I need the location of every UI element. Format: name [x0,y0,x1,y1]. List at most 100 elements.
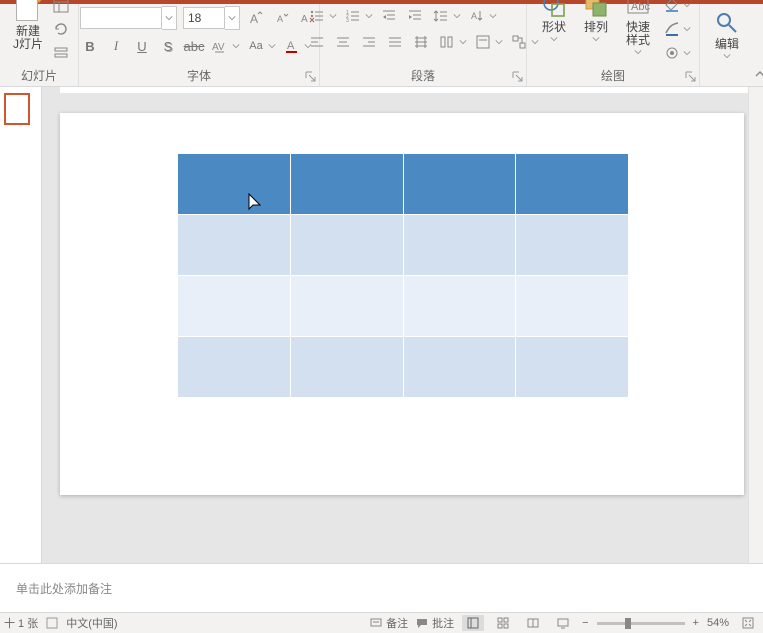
arrange-label: 排列 [584,21,608,34]
quick-styles-button[interactable]: Abc 快速样式 [619,0,657,57]
bullets-icon[interactable] [307,6,327,26]
numbering-icon[interactable]: 123 [343,6,363,26]
group-label-drawing: 绘图 [601,63,625,84]
line-spacing-icon[interactable] [431,6,451,26]
columns-icon[interactable] [437,32,457,52]
char-spacing-icon[interactable]: AV [210,36,230,56]
svg-text:3: 3 [346,18,349,24]
reading-view-button[interactable] [522,615,544,631]
section-icon[interactable] [50,43,72,63]
collapse-ribbon-button[interactable] [754,4,763,86]
sorter-view-button[interactable] [492,615,514,631]
distributed-icon[interactable] [411,32,431,52]
new-slide-button[interactable]: ✦ 新建 J灯片 [6,0,50,53]
shape-fill-dd[interactable] [683,1,691,9]
comments-toggle-label: 批注 [432,615,454,631]
slide-thumbnail-1[interactable] [4,93,30,125]
grow-font-icon[interactable]: A [246,8,266,28]
group-editing: 编辑 [700,4,754,86]
shape-effects-icon[interactable] [661,43,683,63]
slide-counter[interactable]: 十 1 张 [4,615,38,631]
slides-side-controls [50,0,72,63]
notes-pane[interactable]: 单击此处添加备注 [0,563,763,612]
text-direction-icon[interactable]: A [467,6,487,26]
drawing-dialog-launcher[interactable] [685,71,697,83]
italic-button[interactable]: I [106,36,126,56]
workspace [0,87,763,563]
inserted-table[interactable] [177,153,629,398]
align-right-icon[interactable] [359,32,379,52]
bullets-dd[interactable] [329,12,337,20]
chevron-down-icon [634,49,642,55]
slide[interactable] [60,113,744,495]
outdent-icon[interactable] [379,6,399,26]
zoom-slider[interactable] [597,622,685,625]
svg-text:AV: AV [212,42,225,53]
shape-outline-dd[interactable] [683,25,691,33]
numbering-dd[interactable] [365,12,373,20]
shapes-label: 形状 [542,21,566,34]
zoom-percent[interactable]: 54% [707,617,729,629]
indent-icon[interactable] [405,6,425,26]
text-direction-dd[interactable] [489,12,497,20]
new-slide-icon: ✦ [12,0,44,23]
svg-text:A: A [471,11,477,21]
notes-toggle[interactable]: 备注 [370,615,408,631]
table-row [178,337,629,398]
underline-button[interactable]: U [132,36,152,56]
font-dialog-launcher[interactable] [305,71,317,83]
zoom-out-button[interactable]: − [582,617,588,629]
editing-button[interactable]: 编辑 [708,8,746,61]
change-case-dd[interactable] [268,42,276,50]
smartart-icon[interactable] [509,32,529,52]
reset-icon[interactable] [50,19,72,39]
slide-canvas-area[interactable] [42,87,748,563]
fit-window-button[interactable] [737,615,759,631]
shape-outline-icon[interactable] [661,19,683,39]
font-name-select[interactable] [80,6,177,30]
char-spacing-dd[interactable] [232,42,240,50]
quick-styles-label: 快速样式 [625,21,651,47]
strike-button[interactable]: abc [184,36,204,56]
align-center-icon[interactable] [333,32,353,52]
status-bar: 十 1 张 中文(中国) 备注 批注 − + 54% [0,612,763,633]
font-size-select[interactable]: 18 [183,6,240,30]
shapes-button[interactable]: 形状 [535,0,573,44]
group-label-editing [725,66,728,84]
change-case-icon[interactable]: Aa [246,36,266,56]
language-indicator[interactable]: 中文(中国) [66,615,117,631]
bold-button[interactable]: B [80,36,100,56]
shape-effects-dd[interactable] [683,49,691,57]
align-left-icon[interactable] [307,32,327,52]
new-slide-label: 新建 J灯片 [12,25,44,51]
group-paragraph: 123 A 段落 [320,4,527,86]
align-text-dd[interactable] [495,38,503,46]
mouse-cursor-icon [248,193,262,216]
group-font: 18 A A A B I U S abc AV Aa A 字体 [79,4,320,86]
normal-view-button[interactable] [462,615,484,631]
columns-dd[interactable] [459,38,467,46]
shadow-button[interactable]: S [158,36,178,56]
group-label-slides: 幻灯片 [21,63,57,84]
vertical-scrollbar[interactable] [748,87,763,563]
notes-placeholder: 单击此处添加备注 [16,580,112,597]
slideshow-button[interactable] [552,615,574,631]
paragraph-dialog-launcher[interactable] [512,71,524,83]
font-color-icon[interactable]: A [282,36,302,56]
spellcheck-icon[interactable] [46,617,58,629]
table-row [178,215,629,276]
layout-icon[interactable] [50,0,72,15]
align-justify-icon[interactable] [385,32,405,52]
font-size-value: 18 [183,7,225,29]
line-spacing-dd[interactable] [453,12,461,20]
group-slides: ✦ 新建 J灯片 幻灯片 [0,4,79,86]
group-label-font: 字体 [187,63,211,84]
comments-toggle[interactable]: 批注 [416,615,454,631]
shrink-font-icon[interactable]: A [272,8,292,28]
slide-thumbnail-panel[interactable] [0,87,42,563]
arrange-button[interactable]: 排列 [577,0,615,44]
zoom-in-button[interactable]: + [693,617,699,629]
align-text-icon[interactable] [473,32,493,52]
shape-fill-icon[interactable] [661,0,683,15]
chevron-down-icon [592,36,600,42]
